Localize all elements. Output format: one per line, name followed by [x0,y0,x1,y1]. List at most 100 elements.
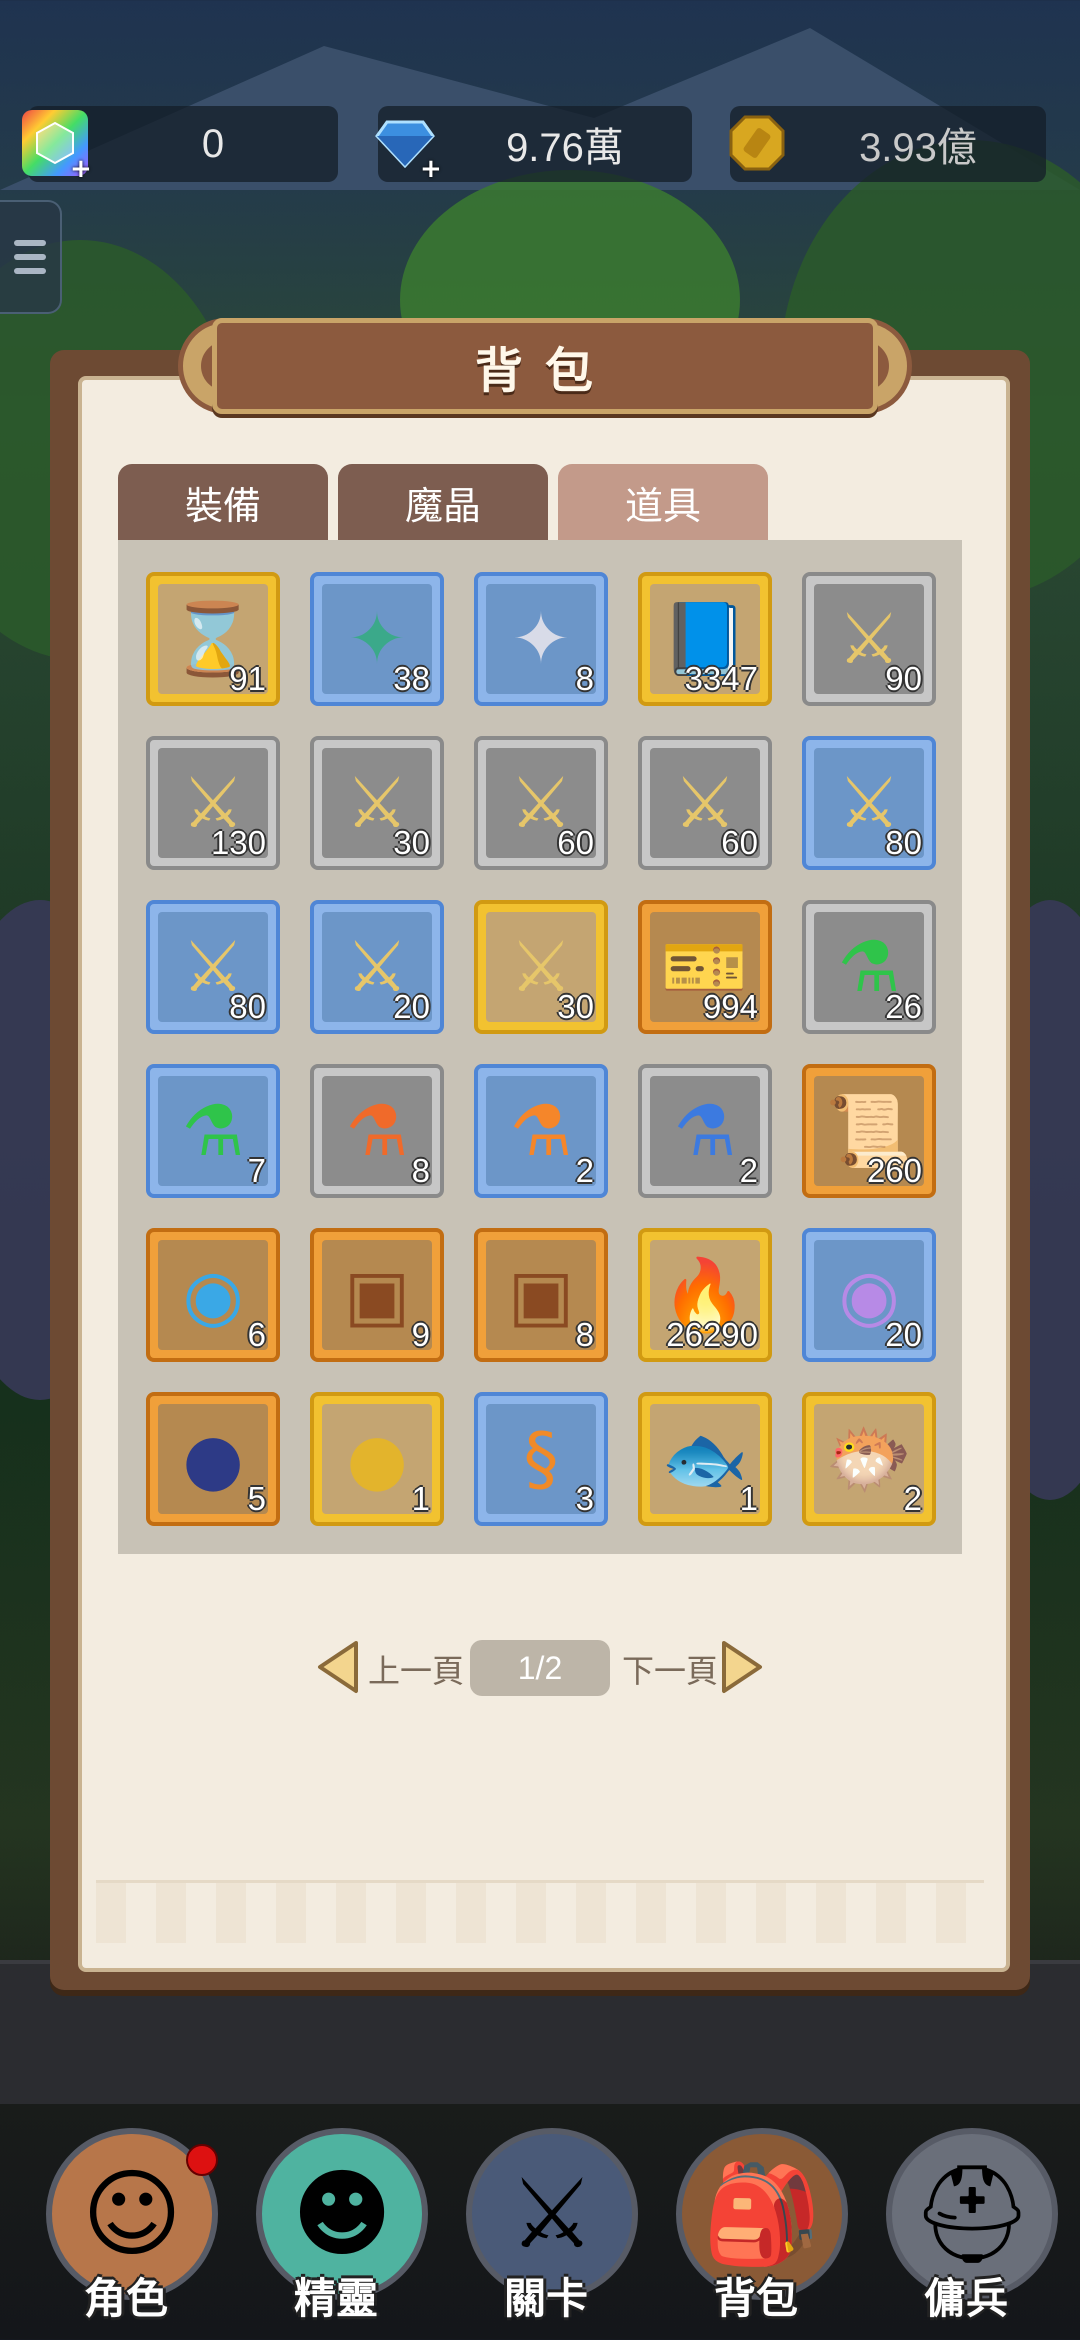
item-slot[interactable]: ⌛ 91 [146,572,280,706]
item-count: 8 [575,660,594,697]
item-count: 80 [885,824,922,861]
green-potion-icon: ⚗ [181,1090,245,1172]
item-slot[interactable]: ✦ 38 [310,572,444,706]
item-slot[interactable]: ⚗ 8 [310,1064,444,1198]
item-slot[interactable]: ✦ 8 [474,572,608,706]
side-menu-button[interactable] [0,200,62,314]
item-slot[interactable]: ⚔ 60 [474,736,608,870]
item-count: 2 [575,1152,594,1189]
item-slot[interactable]: ● 5 [146,1392,280,1526]
item-count: 3 [575,1480,594,1517]
blue-diamond-icon: + [372,110,442,182]
prev-page-label[interactable]: 上一頁 [368,1646,464,1692]
chevron-left-icon [318,1641,358,1693]
diamond-counter[interactable]: + 9.76萬 [375,106,692,182]
item-slot[interactable]: ⚔ 90 [802,572,936,706]
item-slot[interactable]: ⚔ 30 [474,900,608,1034]
treasure-chest-icon: ▣ [507,1254,575,1336]
item-count: 20 [885,1316,922,1353]
nav-mercenary[interactable]: ⛑ 傭兵 [868,2108,1064,2340]
item-slot[interactable]: 🔥 26290 [638,1228,772,1362]
chevron-right-icon [722,1641,762,1693]
panel-decoration [96,1880,984,1943]
orange-potion-icon: ⚗ [509,1090,573,1172]
panel-title-plate: 背包 [212,318,878,414]
nav-label: 角色 [83,2274,168,2323]
item-slot[interactable]: ⚔ 60 [638,736,772,870]
item-count: 3347 [684,660,758,697]
item-count: 2 [903,1480,922,1517]
next-page-button[interactable] [718,1638,768,1696]
nav-character[interactable]: ☺ 角色 [28,2108,224,2340]
dark-rune-stone-icon: ● [182,1418,244,1500]
silver-crystal-wing-icon: ✦ [511,598,571,680]
item-count: 60 [721,824,758,861]
item-slot[interactable]: § 3 [474,1392,608,1526]
item-slot[interactable]: ⚗ 2 [638,1064,772,1198]
item-count: 20 [393,988,430,1025]
gold-value: 3.93億 [859,126,977,170]
panel-title: 背包 [474,343,615,399]
item-slot[interactable]: ⚗ 7 [146,1064,280,1198]
item-slot[interactable]: ⚗ 2 [474,1064,608,1198]
item-slot[interactable]: ⚔ 130 [146,736,280,870]
item-slot[interactable]: ● 1 [310,1392,444,1526]
rainbow-gem-counter[interactable]: + 0 [22,106,338,182]
item-count: 26 [885,988,922,1025]
item-slot[interactable]: ⚔ 80 [146,900,280,1034]
item-count: 1 [739,1480,758,1517]
item-count: 26290 [666,1316,758,1353]
item-count: 130 [210,824,266,861]
item-slot[interactable]: ⚔ 30 [310,736,444,870]
item-slot[interactable]: ◉ 6 [146,1228,280,1362]
item-slot[interactable]: ⚔ 80 [802,736,936,870]
item-count: 91 [229,660,266,697]
tab-equipment[interactable]: 裝備 [118,464,328,540]
item-slot[interactable]: ⚔ 20 [310,900,444,1034]
item-count: 994 [702,988,758,1025]
item-slot[interactable]: 📜 260 [802,1064,936,1198]
nav-label: 背包 [713,2274,798,2323]
tab-items[interactable]: 道具 [558,464,768,540]
page-indicator: 1/2 [470,1640,610,1696]
item-count: 30 [557,988,594,1025]
item-count: 8 [411,1152,430,1189]
nav-stage[interactable]: ⚔ 關卡 [448,2108,644,2340]
red-potion-icon: ⚗ [345,1090,409,1172]
nav-label: 精靈 [293,2274,378,2323]
nav-label: 傭兵 [923,2274,1008,2323]
item-count: 80 [229,988,266,1025]
menu-icon [14,240,46,246]
item-count: 30 [393,824,430,861]
item-count: 7 [247,1152,266,1189]
rainbow-gem-icon: + [22,110,92,182]
item-count: 1 [411,1480,430,1517]
item-count: 6 [247,1316,266,1353]
item-slot[interactable]: 📘 3347 [638,572,772,706]
item-slot[interactable]: ⚗ 26 [802,900,936,1034]
item-slot[interactable]: 🐡 2 [802,1392,936,1526]
gold-rune-stone-icon: ● [346,1418,408,1500]
next-page-label[interactable]: 下一頁 [622,1646,718,1692]
tuna-fish-icon: 🐟 [661,1418,749,1500]
item-count: 8 [575,1316,594,1353]
item-slot[interactable]: ▣ 8 [474,1228,608,1362]
item-slot[interactable]: 🐟 1 [638,1392,772,1526]
item-count: 90 [885,660,922,697]
item-count: 60 [557,824,594,861]
nav-label: 關卡 [503,2274,588,2323]
orange-worm-icon: § [523,1418,559,1500]
nav-backpack[interactable]: 🎒 背包 [658,2108,854,2340]
nav-spirit[interactable]: ☻ 精靈 [238,2108,434,2340]
gold-counter[interactable]: 3.93億 [729,106,1046,182]
item-count: 2 [739,1152,758,1189]
item-count: 38 [393,660,430,697]
prev-page-button[interactable] [312,1638,362,1696]
item-slot[interactable]: 🎫 994 [638,900,772,1034]
rainbow-gem-value: 0 [201,121,225,166]
diamond-value: 9.76萬 [506,126,624,170]
item-grid: ⌛ 91 ✦ 38 ✦ 8 📘 3347 ⚔ 90 ⚔ 130 ⚔ 30 ⚔ 60 ⚔ 60 ⚔ 80 ⚔ 80 ⚔ 20 ⚔ 3… [118,540,962,1554]
item-slot[interactable]: ▣ 9 [310,1228,444,1362]
tab-magic-crystal[interactable]: 魔晶 [338,464,548,540]
item-slot[interactable]: ◉ 20 [802,1228,936,1362]
